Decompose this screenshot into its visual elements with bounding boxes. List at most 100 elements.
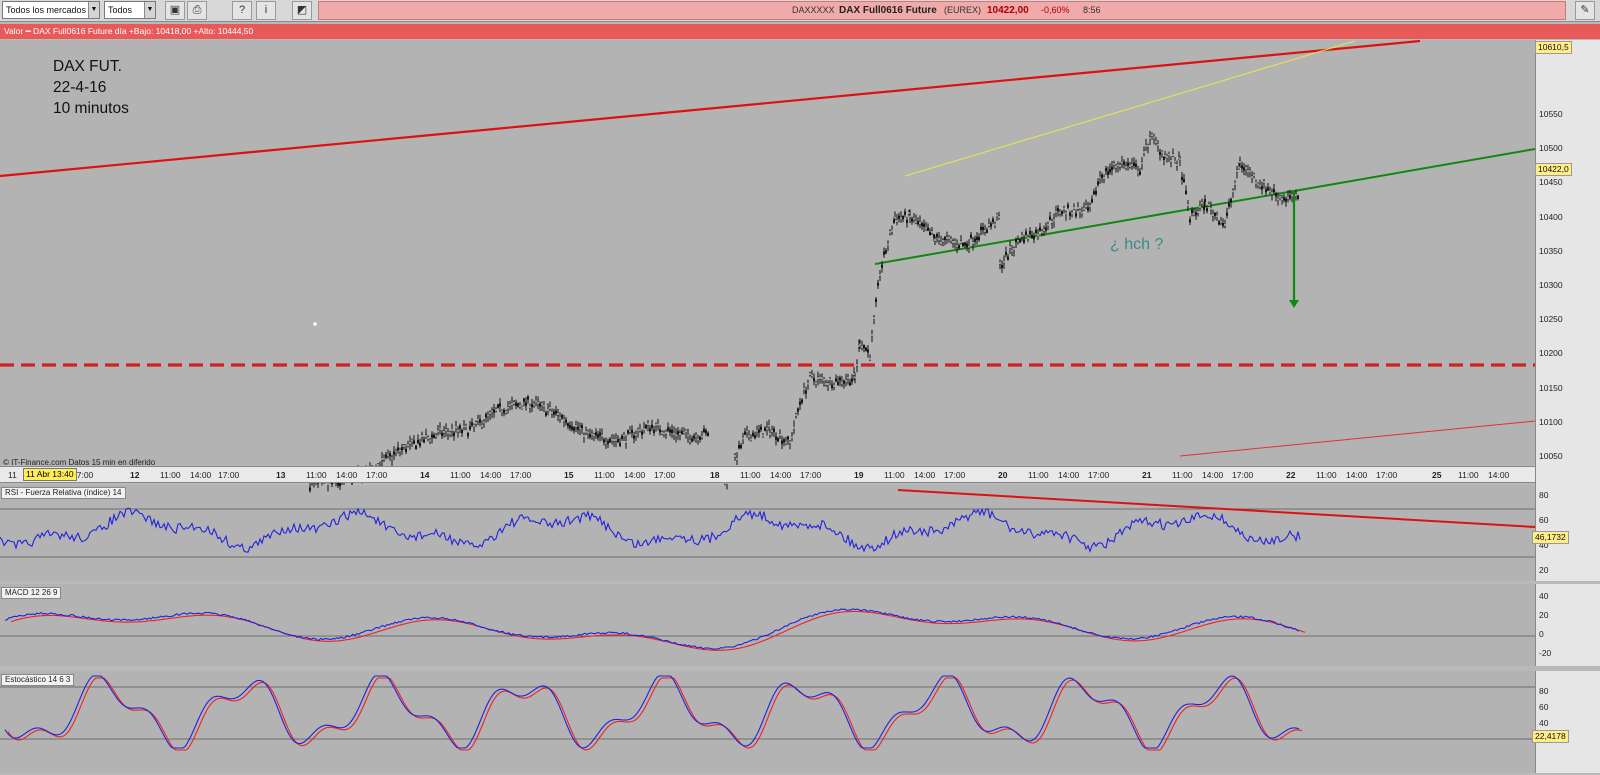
- price-candle-body: [687, 433, 690, 438]
- price-candle-body: [883, 251, 886, 255]
- price-candle-body: [537, 401, 540, 405]
- stoch-tick-label: 60: [1539, 702, 1549, 712]
- price-candle-body: [401, 447, 404, 451]
- price-candle-body: [519, 404, 522, 408]
- marker-dot: [313, 322, 317, 326]
- price-candle-body: [1178, 157, 1181, 162]
- price-candle-body: [839, 377, 842, 381]
- time-axis-hour-label: 11:00: [1172, 470, 1193, 480]
- price-candle-body: [1030, 234, 1033, 239]
- price-candle-body: [734, 454, 737, 458]
- price-candle-body: [645, 424, 648, 429]
- time-axis-day-label: 19: [854, 470, 864, 480]
- price-candle-body: [1284, 198, 1287, 202]
- price-candle-body: [925, 226, 928, 230]
- price-candle-body: [1169, 159, 1172, 163]
- price-candle-body: [1173, 159, 1176, 164]
- price-candle-body: [481, 424, 484, 428]
- rsi-label[interactable]: RSI - Fuerza Relativa (índice) 14: [1, 487, 126, 499]
- macd-label[interactable]: MACD 12 26 9: [1, 587, 62, 599]
- price-candle-body: [809, 372, 812, 376]
- price-candle-body: [1219, 220, 1222, 224]
- price-candle-body: [1256, 182, 1259, 187]
- price-candle-body: [675, 433, 678, 437]
- price-candle-body: [789, 440, 792, 444]
- macd-tick-label: 20: [1539, 610, 1549, 620]
- price-candle-body: [1276, 197, 1279, 201]
- time-axis-hour-label: 11:00: [306, 470, 327, 480]
- price-candle-body: [423, 439, 426, 443]
- chart-annotation: DAX FUT. 22-4-16 10 minutos: [53, 56, 129, 119]
- price-candle-body: [936, 234, 939, 238]
- price-candle-body: [885, 250, 888, 254]
- price-candle-body: [1116, 163, 1119, 168]
- price-candle-body: [657, 422, 660, 427]
- price-candle-body: [775, 436, 778, 440]
- price-candle-body: [463, 424, 466, 429]
- price-candle-body: [1223, 223, 1226, 227]
- price-candle-body: [1221, 223, 1224, 227]
- price-candle-body: [695, 434, 698, 439]
- price-candle-body: [813, 377, 816, 382]
- price-candle-body: [385, 454, 388, 458]
- price-candle-body: [689, 439, 692, 443]
- price-candle-body: [1076, 206, 1079, 210]
- price-candle-body: [1092, 191, 1095, 195]
- price-candle-body: [1044, 227, 1047, 231]
- price-candle-body: [940, 241, 943, 245]
- price-tick-label: 10300: [1539, 280, 1563, 290]
- price-candle-body: [1122, 161, 1125, 165]
- price-candle-body: [968, 245, 971, 249]
- price-tick-label: 10500: [1539, 143, 1563, 154]
- price-candle-body: [597, 434, 600, 438]
- price-candle-body: [639, 428, 642, 432]
- price-candle-body: [555, 410, 558, 414]
- price-candle-body: [701, 434, 704, 439]
- price-candle-body: [1186, 203, 1189, 207]
- price-candle-body: [705, 430, 708, 434]
- price-candle-body: [383, 456, 386, 461]
- price-candle-body: [1160, 150, 1163, 154]
- time-axis-hour-label: 14:00: [770, 470, 792, 480]
- price-candle-body: [425, 434, 428, 438]
- price-candle-body: [1126, 162, 1129, 166]
- price-candle-body: [1009, 245, 1012, 249]
- price-candle-body: [1266, 187, 1269, 191]
- price-candle-body: [511, 402, 514, 406]
- stoch-label[interactable]: Estocástico 14 6 3: [1, 674, 75, 686]
- price-candle-body: [1225, 212, 1228, 216]
- price-candle-body: [1023, 239, 1026, 243]
- price-candle-body: [575, 424, 578, 428]
- price-candle-body: [863, 345, 866, 349]
- price-candle-body: [1152, 135, 1155, 140]
- price-candle-body: [1021, 234, 1024, 238]
- price-candle-body: [1104, 168, 1107, 172]
- time-axis-hour-label: 11:00: [160, 470, 181, 480]
- time-axis[interactable]: 11 17:00 12 11:00 14:00 17:00 13 11:00 14:00 17:0…: [0, 466, 1535, 483]
- time-axis-hour-label: 14:00: [480, 470, 502, 480]
- price-candle-body: [693, 435, 696, 439]
- price-candle-body: [477, 418, 480, 422]
- price-candle-body: [403, 444, 406, 448]
- time-axis-hour-label: 17:00: [510, 470, 532, 480]
- price-candle-body: [617, 439, 620, 443]
- price-candle-body: [1112, 162, 1115, 166]
- price-candle-body: [659, 429, 662, 433]
- price-candle-body: [867, 349, 870, 353]
- price-candle-body: [405, 448, 408, 453]
- rsi-trendline: [897, 489, 1536, 528]
- price-candle-body: [553, 411, 556, 415]
- price-candle-body: [429, 438, 432, 443]
- price-candle-body: [679, 432, 682, 436]
- price-candle-body: [1282, 197, 1285, 201]
- price-candle-body: [601, 433, 604, 438]
- price-candle-body: [1280, 197, 1283, 201]
- price-candle-body: [1130, 163, 1133, 167]
- price-tick-label: 10250: [1539, 314, 1563, 325]
- price-candle-body: [1264, 189, 1267, 193]
- price-candle-body: [595, 432, 598, 436]
- price-candle-body: [699, 436, 702, 440]
- price-candle-body: [1192, 212, 1195, 216]
- price-candle-body: [663, 431, 666, 436]
- price-tick-label: 10350: [1539, 245, 1563, 256]
